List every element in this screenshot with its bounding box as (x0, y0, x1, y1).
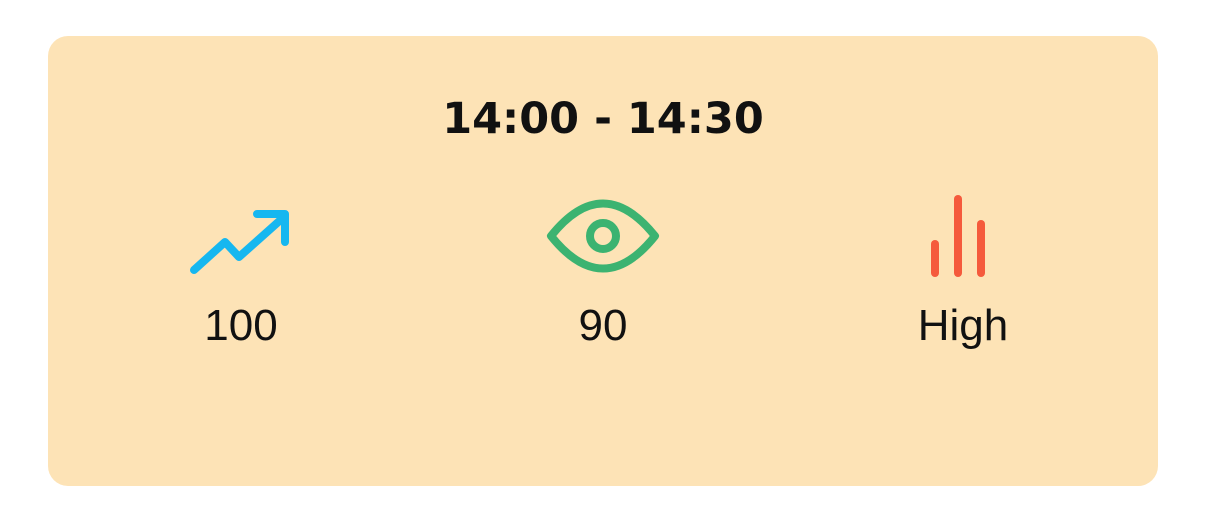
metric-level: High (843, 186, 1083, 356)
metric-views: 90 (483, 186, 723, 356)
metric-value: 90 (578, 301, 628, 350)
time-range-title: 14:00 - 14:30 (442, 94, 764, 144)
trending-up-icon (181, 186, 301, 286)
bar-level-icon (903, 186, 1023, 286)
eye-icon (543, 186, 663, 286)
time-slot-card: 14:00 - 14:30 100 90 High (48, 36, 1158, 486)
metric-value: 100 (204, 301, 278, 350)
metric-value: High (917, 301, 1009, 350)
metric-trend: 100 (121, 186, 361, 356)
